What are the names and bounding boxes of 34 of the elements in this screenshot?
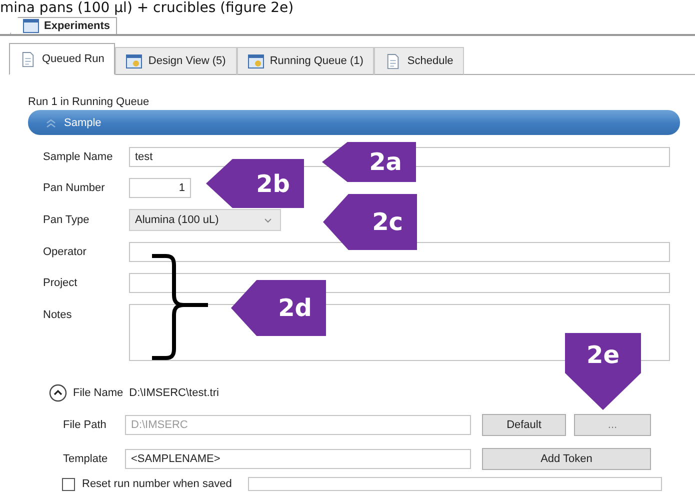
template-field[interactable]: <SAMPLENAME>: [125, 449, 471, 469]
field-label: Operator: [43, 246, 88, 258]
window-tab[interactable]: Experiments: [10, 17, 118, 34]
collapse-toggle-icon[interactable]: [49, 384, 67, 402]
tab[interactable]: Running Queue (1): [236, 47, 374, 75]
checkbox[interactable]: [62, 478, 75, 490]
text-field[interactable]: [248, 477, 662, 491]
field-label: Notes: [43, 308, 73, 321]
text-field[interactable]: [129, 242, 670, 262]
field-label: Pan Number: [43, 182, 106, 194]
add-token-button[interactable]: Add Token: [482, 448, 651, 470]
run-title: Run 1 in Running Queue: [28, 96, 150, 110]
caret-icon: [264, 218, 272, 222]
field-label: File Path: [63, 419, 108, 431]
field-label: Project: [43, 277, 78, 289]
window-icon: [23, 19, 39, 33]
text-field[interactable]: [129, 273, 670, 293]
tab[interactable]: Schedule: [374, 47, 464, 75]
tab[interactable]: Queued Run: [9, 43, 116, 75]
dropdown[interactable]: Alumina (100 uL): [129, 209, 281, 231]
file-name-value: D:\IMSERC\test.tri: [129, 387, 219, 399]
document-icon: [385, 54, 402, 68]
tab[interactable]: Design View (5): [115, 47, 237, 75]
window-icon: [248, 54, 264, 68]
checkbox-label: Reset run number when saved: [82, 478, 233, 490]
number-field[interactable]: 1: [129, 178, 191, 198]
field-label: Sample Name: [43, 151, 114, 163]
document-icon: [20, 52, 36, 66]
window-icon: [126, 54, 142, 68]
section-header[interactable]: Sample: [28, 110, 680, 135]
field-label: Pan Type: [43, 214, 90, 226]
file-name-label: File Name: [73, 387, 124, 399]
field-label: Template: [63, 453, 109, 465]
caption-text: mina pans (100 µl) + crucibles (figure 2e): [0, 0, 295, 17]
